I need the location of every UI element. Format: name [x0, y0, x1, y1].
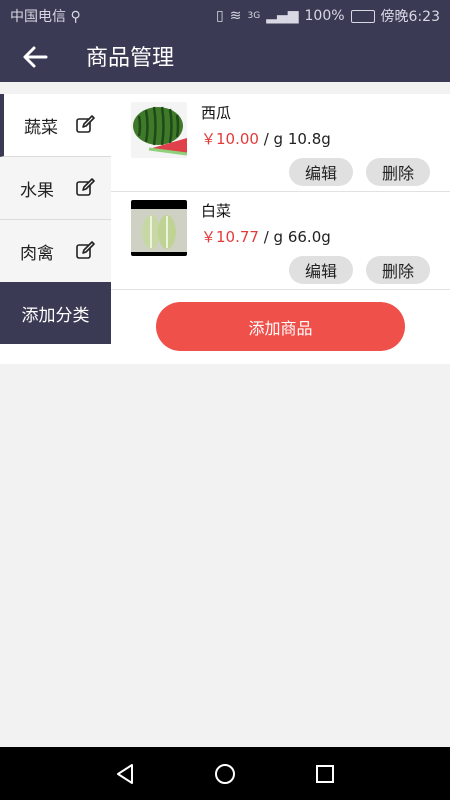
delete-product-button[interactable]: 删除: [366, 158, 430, 186]
product-image-watermelon: [131, 102, 187, 158]
product-price: ￥10.00 / g 10.8g: [201, 128, 331, 149]
battery-percent: 100%: [304, 8, 345, 24]
status-bar: 中国电信 ⚲ ▯ ≋ 3G ▂▄▆ 100% 傍晚6:23: [0, 0, 450, 30]
battery-icon: [350, 9, 375, 23]
back-triangle-icon[interactable]: [110, 759, 140, 789]
home-circle-icon[interactable]: [210, 759, 240, 789]
carrier-text: 中国电信: [10, 9, 66, 25]
network-type: 3G: [247, 11, 261, 21]
category-label: 肉禽: [20, 243, 54, 264]
price-amount: ￥10.77: [201, 228, 259, 246]
edit-product-button[interactable]: 编辑: [289, 256, 353, 284]
category-item-meat[interactable]: 肉禽: [0, 220, 111, 283]
edit-product-button[interactable]: 编辑: [289, 158, 353, 186]
page-title: 商品管理: [86, 46, 175, 71]
price-unit: / g 10.8g: [258, 130, 331, 148]
category-item-vegetables[interactable]: 蔬菜: [0, 94, 111, 157]
category-item-fruits[interactable]: 水果: [0, 157, 111, 220]
back-arrow-icon[interactable]: [20, 42, 50, 72]
product-name: 西瓜: [201, 104, 232, 122]
category-label: 蔬菜: [24, 117, 58, 138]
edit-icon[interactable]: [75, 115, 95, 135]
add-product-button[interactable]: 添加商品: [156, 302, 405, 351]
product-item: 白菜 ￥10.77 / g 66.0g 编辑 删除: [111, 192, 450, 290]
price-unit: / g 66.0g: [258, 228, 331, 246]
product-price: ￥10.77 / g 66.0g: [201, 226, 331, 247]
usb-icon: ⚲: [70, 9, 81, 25]
price-amount: ￥10.00: [201, 130, 259, 148]
app-header: 中国电信 ⚲ ▯ ≋ 3G ▂▄▆ 100% 傍晚6:23 商品管理: [0, 0, 450, 82]
system-nav-bar: [0, 747, 450, 800]
add-category-button[interactable]: 添加分类: [0, 282, 111, 344]
delete-product-button[interactable]: 删除: [366, 256, 430, 284]
product-item: 西瓜 ￥10.00 / g 10.8g 编辑 删除: [111, 94, 450, 192]
navbar: 商品管理: [0, 30, 450, 82]
category-label: 水果: [20, 180, 54, 201]
product-name: 白菜: [201, 202, 232, 220]
product-image-cabbage: [131, 200, 187, 256]
clock-text: 傍晚6:23: [380, 9, 440, 25]
product-list: 西瓜 ￥10.00 / g 10.8g 编辑 删除 白菜 ￥10.77 / g …: [111, 94, 450, 364]
category-sidebar: 蔬菜 水果 肉禽 添加分类: [0, 94, 111, 344]
main-content: 蔬菜 水果 肉禽 添加分类 西瓜 ￥10.00 / g 10.8g 编辑 删除 …: [0, 94, 450, 364]
wifi-icon: ≋: [229, 8, 242, 24]
recents-square-icon[interactable]: [310, 759, 340, 789]
edit-icon[interactable]: [75, 241, 95, 261]
edit-icon[interactable]: [75, 178, 95, 198]
signal-icon: ▂▄▆: [266, 8, 299, 24]
vibrate-icon: ▯: [216, 8, 224, 24]
